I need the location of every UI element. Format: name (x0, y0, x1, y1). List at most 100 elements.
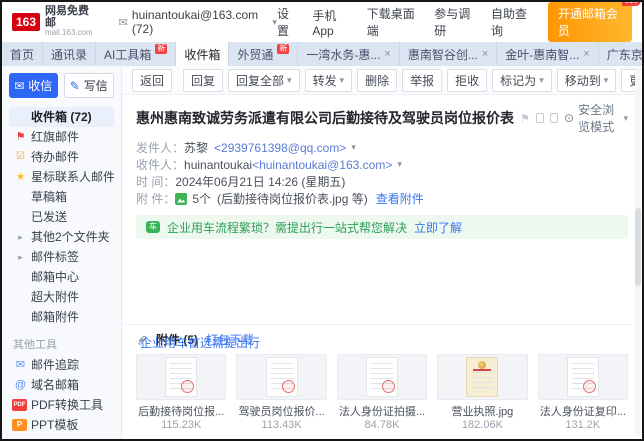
chevron-down-icon[interactable]: ▾ (397, 159, 402, 170)
chevron-down-icon[interactable]: ▾ (351, 142, 356, 153)
stamp-mark (382, 380, 395, 393)
attachment-card[interactable]: 后勤接待岗位报... 115.23K (136, 354, 226, 431)
tab-mail-1[interactable]: 一湾水务-惠... × (298, 42, 399, 66)
attachment-card[interactable]: 法人身份证拍摄... 84.78K (337, 354, 427, 431)
tab-label: 收件箱 (184, 46, 220, 63)
attachment-name: 法人身份证拍摄... (337, 403, 427, 419)
163-logo-icon: 163 (12, 13, 40, 31)
tab-mail-3[interactable]: 金叶-惠南智... × (497, 42, 598, 66)
sidebar-item-domain-mail[interactable]: @ 域名邮箱 (9, 375, 114, 395)
time-label: 时 间： (136, 173, 175, 190)
attachment-preview (136, 354, 226, 400)
delete-button[interactable]: 删除 (357, 69, 397, 92)
tab-inbox[interactable]: 收件箱 (176, 42, 229, 66)
new-badge: 新 (277, 44, 289, 54)
attachment-card[interactable]: 营业执照.jpg 182.06K (437, 354, 527, 431)
tab-label: 广东京泰... (607, 46, 642, 63)
mark-as-button[interactable]: 标记为 ▾ (492, 69, 552, 92)
reply-all-button[interactable]: 回复全部 ▾ (228, 69, 300, 92)
tab-close-icon[interactable]: × (384, 48, 390, 60)
tabbar: 首页 通讯录 AI工具箱 新 收件箱 外贸通 新 一湾水务-惠... × 惠南智… (2, 42, 642, 66)
chevron-down-icon: ▾ (623, 113, 628, 124)
attachment-name: 后勤接待岗位报... (136, 403, 226, 419)
from-label: 发件人： (136, 139, 184, 156)
sidebar-item-mail-tags[interactable]: ▸ 邮件标签 (9, 247, 114, 267)
account-address: huinantoukai@163.com (72) (132, 8, 269, 36)
tab-close-icon[interactable]: × (482, 48, 488, 60)
safe-mode-label: 安全浏览模式 (578, 101, 619, 135)
sidebar-item-ppt-templates[interactable]: P PPT模板 (9, 415, 114, 435)
self-service-link[interactable]: 自助查询 (491, 5, 534, 39)
attachment-preview (437, 354, 527, 400)
print-icon[interactable] (536, 113, 544, 123)
reject-label: 拒收 (455, 72, 479, 89)
sidebar-item-flagged[interactable]: ⚑ 红旗邮件 (9, 127, 114, 147)
compose-mail-button[interactable]: ✎ 写信 (64, 73, 115, 98)
vip-upgrade-button[interactable]: 开通邮箱会员 618 (548, 2, 632, 42)
sidebar-item-other-folders[interactable]: ▸ 其他2个文件夹 (9, 227, 114, 247)
chevron-down-icon: ▾ (340, 75, 345, 86)
tab-label: 外贸通 (237, 46, 273, 63)
to-name[interactable]: huinantoukai (184, 158, 252, 172)
sidebar-item-pdf-tool[interactable]: PDF PDF转换工具 (9, 395, 114, 415)
back-button[interactable]: 返回 (132, 69, 172, 92)
survey-link[interactable]: 参与调研 (434, 5, 477, 39)
from-address[interactable]: <2939761398@qq.com> (214, 141, 346, 155)
view-attachments-link[interactable]: 查看附件 (376, 190, 424, 207)
attachment-count: 5个 (192, 190, 211, 207)
forward-button[interactable]: 转发 ▾ (305, 69, 353, 92)
attachment-card[interactable]: 驾驶员岗位报价... 113.43K (236, 354, 326, 431)
settings-link[interactable]: 设置 (277, 5, 298, 39)
attachment-size: 115.23K (136, 419, 226, 431)
sidebar-item-drafts[interactable]: 草稿箱 (9, 187, 114, 207)
tool-label: 域名邮箱 (31, 378, 79, 392)
receive-mail-button[interactable]: ✉ 收信 (9, 73, 58, 98)
promo-learn-more-link[interactable]: 立即了解 (414, 219, 462, 236)
tab-mail-4[interactable]: 广东京泰... (599, 42, 642, 66)
tab-mail-2[interactable]: 惠南智谷创... × (400, 42, 497, 66)
mobile-app-link[interactable]: 手机App (312, 7, 352, 38)
scrollbar-thumb[interactable] (635, 208, 641, 286)
sidebar-item-large-attachments[interactable]: 超大附件 (9, 287, 114, 307)
scrollbar[interactable] (635, 68, 641, 437)
attachment-preview (337, 354, 427, 400)
new-badge: 新 (155, 44, 167, 54)
tab-contacts[interactable]: 通讯录 (43, 42, 96, 66)
from-name[interactable]: 苏黎 (184, 139, 208, 156)
reply-button[interactable]: 回复 (183, 69, 223, 92)
subject-flag-icon[interactable]: ⚑ (520, 112, 530, 125)
attachment-name: 法人身份证复印... (538, 403, 628, 419)
tab-ai-toolbox[interactable]: AI工具箱 新 (96, 42, 176, 66)
mail-view: 返回 回复 回复全部 ▾ 转发 ▾ 删除 举报 (122, 66, 642, 439)
time-value: 2024年06月21日 14:26 (星期五) (175, 173, 345, 190)
move-to-button[interactable]: 移动到 ▾ (557, 69, 617, 92)
time-row: 时 间： 2024年06月21日 14:26 (星期五) (136, 173, 628, 190)
mail-body-link[interactable]: 企业用车首选需提出行 (140, 334, 260, 351)
promo-banner[interactable]: 车 企业用车流程繁琐？需提出行一站式帮您解决 立即了解 (136, 215, 628, 239)
sidebar-item-mail-attachments[interactable]: 邮箱附件 (9, 307, 114, 327)
sidebar-item-starred-contacts[interactable]: ★ 星标联系人邮件 (9, 167, 114, 187)
account-menu[interactable]: ✉ huinantoukai@163.com (72) ▾ (119, 8, 277, 36)
subject-row: 惠州惠南致诚劳务派遣有限公司后勤接待及驾驶员岗位报价表 ⚑ ⊙ 安全浏览模式 ▾ (122, 95, 642, 138)
tab-foreign-trade[interactable]: 外贸通 新 (229, 42, 298, 66)
sidebar-item-sent[interactable]: 已发送 (9, 207, 114, 227)
open-new-window-icon[interactable] (550, 113, 558, 123)
folder-label: 星标联系人邮件 (31, 170, 114, 184)
tab-close-icon[interactable]: × (583, 48, 589, 60)
sidebar-item-mail-center[interactable]: 邮箱中心 (9, 267, 114, 287)
compose-mail-label: 写信 (84, 77, 108, 94)
folder-label: 邮件标签 (31, 250, 79, 264)
report-button[interactable]: 举报 (402, 69, 442, 92)
sidebar: ✉ 收信 ✎ 写信 收件箱 (72) ⚑ 红旗邮件 ☑ 待办邮件 ★ (2, 66, 122, 439)
reject-button[interactable]: 拒收 (447, 69, 487, 92)
sidebar-item-mail-tracking[interactable]: ✉ 邮件追踪 (9, 355, 114, 375)
safe-browse-mode-toggle[interactable]: ⊙ 安全浏览模式 ▾ (564, 101, 628, 135)
sidebar-item-inbox[interactable]: 收件箱 (72) (9, 107, 114, 127)
desktop-download-link[interactable]: 下载桌面端 (367, 5, 420, 39)
tab-home[interactable]: 首页 (2, 42, 43, 66)
to-address[interactable]: <huinantoukai@163.com> (252, 158, 392, 172)
sidebar-item-todo[interactable]: ☑ 待办邮件 (9, 147, 114, 167)
netease-logo[interactable]: 163 网易免费邮 mail.163.com (12, 6, 93, 37)
to-label: 收件人： (136, 156, 184, 173)
attachment-card[interactable]: 法人身份证复印... 131.2K (538, 354, 628, 431)
